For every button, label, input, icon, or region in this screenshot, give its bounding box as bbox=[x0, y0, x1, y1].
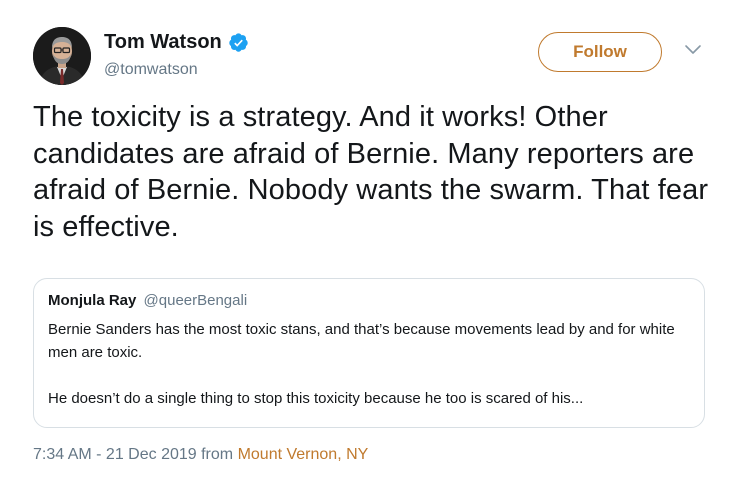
tweet-card: Tom Watson @tomwatson Follow The toxicit… bbox=[0, 0, 739, 479]
quoted-tweet-header: Monjula Ray @queerBengali bbox=[48, 291, 690, 311]
author-display-name[interactable]: Tom Watson bbox=[104, 30, 222, 54]
quoted-paragraph-2: He doesn’t do a single thing to stop thi… bbox=[48, 390, 584, 407]
chevron-down-icon[interactable] bbox=[684, 44, 702, 56]
tweet-timestamp[interactable]: 7:34 AM - 21 Dec 2019 bbox=[33, 446, 197, 463]
quoted-author-name: Monjula Ray bbox=[48, 292, 137, 309]
tweet-meta: 7:34 AM - 21 Dec 2019 from Mount Vernon,… bbox=[33, 445, 368, 465]
quoted-tweet[interactable]: Monjula Ray @queerBengali Bernie Sanders… bbox=[33, 278, 705, 428]
tweet-text: The toxicity is a strategy. And it works… bbox=[33, 101, 709, 243]
follow-button[interactable]: Follow bbox=[538, 32, 662, 72]
author-name-row: Tom Watson bbox=[104, 30, 249, 54]
avatar[interactable] bbox=[33, 27, 91, 85]
quoted-author-handle: @queerBengali bbox=[143, 292, 248, 309]
author-handle[interactable]: @tomwatson bbox=[104, 60, 198, 80]
tweet-location-link[interactable]: Mount Vernon, NY bbox=[238, 446, 369, 463]
quoted-paragraph-1: Bernie Sanders has the most toxic stans,… bbox=[48, 321, 675, 361]
quoted-tweet-text: Bernie Sanders has the most toxic stans,… bbox=[48, 318, 690, 410]
from-label: from bbox=[201, 446, 234, 463]
verified-badge-icon bbox=[229, 32, 248, 52]
